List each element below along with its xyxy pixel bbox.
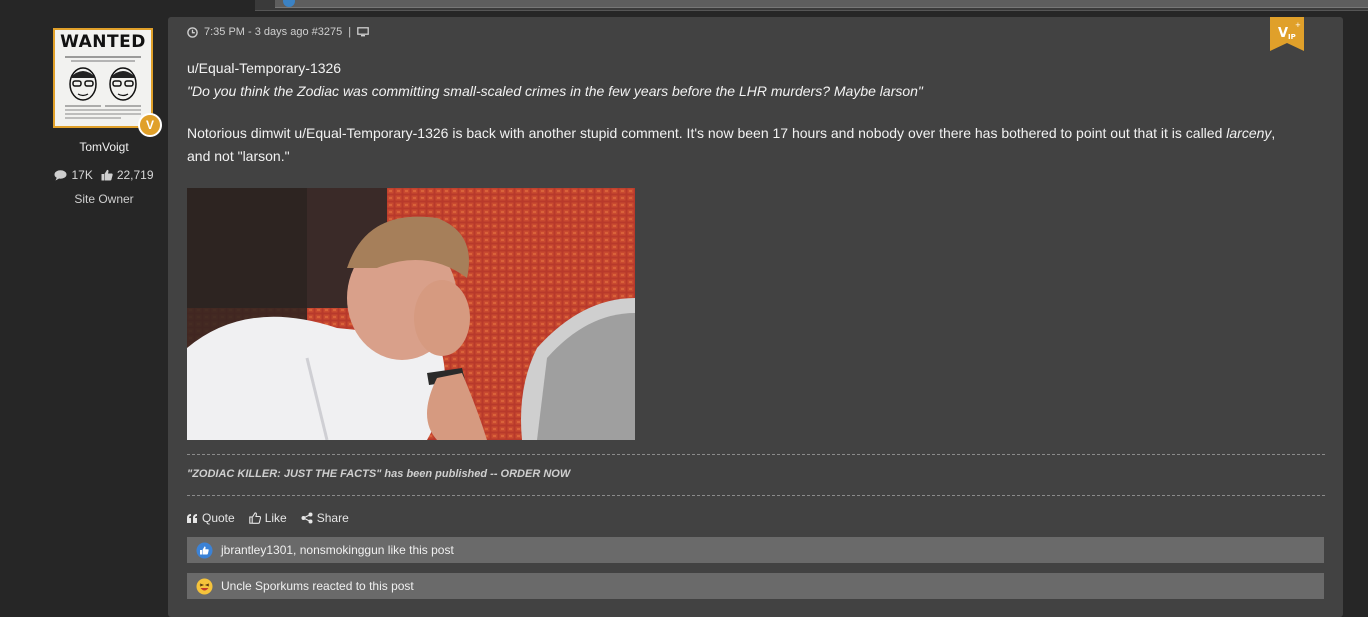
- thumbs-up-outline-icon: [248, 512, 261, 524]
- signature-divider-top: [187, 454, 1325, 455]
- share-label: Share: [316, 511, 349, 525]
- signature-text[interactable]: "ZODIAC KILLER: JUST THE FACTS" has been…: [187, 468, 570, 480]
- likes-stat: 22,719: [101, 168, 154, 182]
- post-body: Notorious dimwit u/Equal-Temporary-1326 …: [187, 122, 1327, 145]
- likes-bar[interactable]: jbrantley1301, nonsmokinggun like this p…: [187, 537, 1324, 563]
- post-gif-image[interactable]: [187, 188, 635, 440]
- post-actions: Quote Like Share: [187, 511, 349, 525]
- reaction-text: Uncle Sporkums reacted to this post: [221, 579, 414, 593]
- likes-text: jbrantley1301, nonsmokinggun like this p…: [221, 543, 454, 557]
- laughing-emoji-icon: [196, 578, 213, 595]
- share-button[interactable]: Share: [301, 511, 349, 525]
- author-role: Site Owner: [74, 192, 134, 206]
- posts-stat: 17K: [54, 168, 93, 182]
- quote-label: Quote: [202, 511, 235, 525]
- top-bar-inner: [275, 0, 1368, 8]
- thumbs-up-icon: [101, 169, 113, 181]
- quoted-username: u/Equal-Temporary-1326: [187, 60, 342, 76]
- svg-text:V: V: [1278, 26, 1288, 41]
- like-button[interactable]: Like: [248, 511, 287, 525]
- avatar-wanted-text: WANTED: [60, 32, 146, 52]
- like-label: Like: [264, 511, 287, 525]
- quoted-text: "Do you think the Zodiac was committing …: [187, 83, 923, 99]
- post-content: u/Equal-Temporary-1326 "Do you think the…: [187, 57, 1327, 168]
- reactions-bar[interactable]: Uncle Sporkums reacted to this post: [187, 573, 1324, 599]
- verified-badge-icon: V: [138, 113, 162, 137]
- quote-button[interactable]: Quote: [187, 511, 235, 525]
- top-scroll-strip: [255, 0, 1368, 11]
- monitor-icon: [357, 27, 369, 37]
- quote-icon: [187, 513, 197, 523]
- facepalm-gif-icon: [187, 188, 635, 440]
- like-circle-icon: [196, 542, 213, 559]
- wanted-poster-sketch-icon: [61, 54, 145, 122]
- post-panel: 7:35 PM - 3 days ago #3275 | V IP + u/Eq…: [168, 17, 1343, 617]
- likes-count: 22,719: [116, 168, 154, 182]
- post-body-comma: ,: [1271, 125, 1276, 141]
- meta-separator: |: [348, 26, 352, 38]
- posts-count: 17K: [71, 168, 93, 182]
- post-body-text: Notorious dimwit u/Equal-Temporary-1326 …: [187, 125, 1227, 141]
- avatar[interactable]: WANTED: [53, 28, 153, 128]
- post-body-italic: larceny: [1226, 125, 1272, 141]
- post-meta: 7:35 PM - 3 days ago #3275 |: [187, 26, 369, 38]
- author-name[interactable]: TomVoigt: [40, 140, 168, 154]
- author-stats: 17K 22,719: [40, 168, 168, 182]
- vip-badge-icon: V IP +: [1270, 17, 1304, 51]
- signature-divider-bottom: [187, 495, 1325, 496]
- speech-bubble-icon: [54, 169, 67, 180]
- share-icon: [301, 512, 313, 524]
- svg-text:IP: IP: [1288, 33, 1296, 41]
- clock-icon: [187, 26, 198, 38]
- post-timestamp[interactable]: 7:35 PM - 3 days ago #3275: [204, 26, 342, 38]
- svg-text:+: +: [1295, 21, 1301, 29]
- post-body-line2: and not "larson.": [187, 148, 290, 164]
